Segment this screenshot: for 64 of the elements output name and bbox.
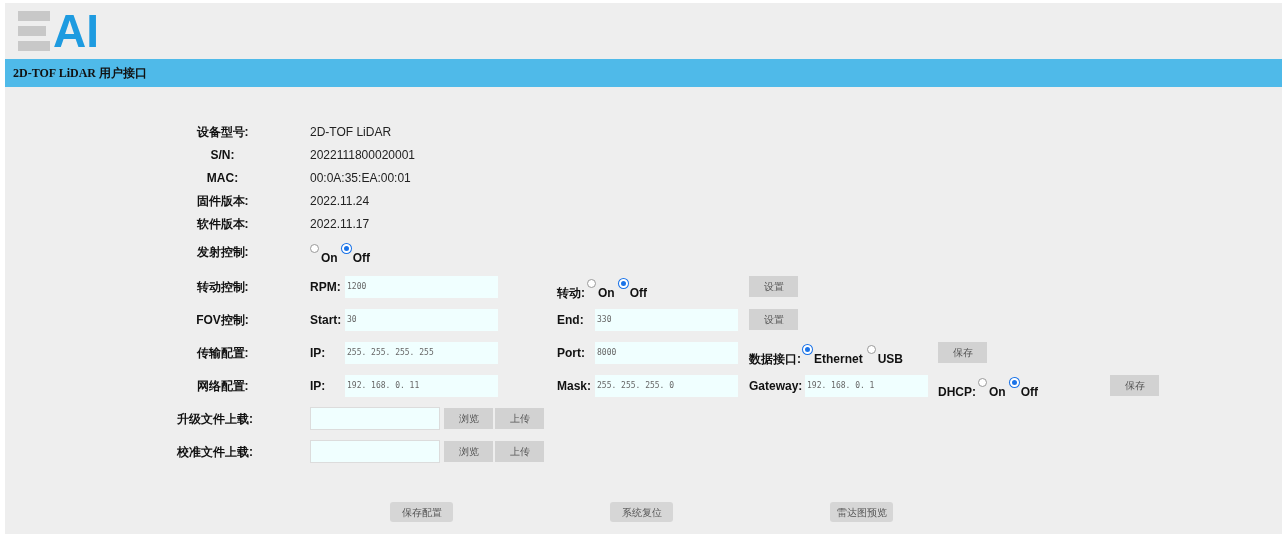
info-label: 软件版本:: [195, 215, 250, 233]
footer-button[interactable]: 雷达图预览: [830, 502, 893, 522]
field-label: Gateway:: [749, 377, 804, 395]
radio-label: On: [598, 284, 615, 302]
row-label: 传输配置:: [195, 344, 250, 362]
upload-label: 升级文件上载:: [176, 410, 254, 428]
info-value: 00:0A:35:EA:00:01: [310, 169, 411, 187]
striped-logo-icon: [18, 11, 50, 51]
logo-text: AI: [53, 8, 99, 54]
row-label: 转动控制:: [195, 278, 250, 296]
input-field[interactable]: 1200: [345, 275, 498, 298]
radio-button[interactable]: [978, 377, 987, 387]
action-button[interactable]: 上传: [495, 408, 544, 429]
row-label: FOV控制:: [195, 311, 250, 329]
info-value: 2022.11.24: [310, 192, 370, 210]
upload-label: 校准文件上载:: [176, 443, 254, 461]
field-label: Port:: [557, 344, 586, 362]
field-label: Mask:: [557, 377, 592, 395]
title-bar: 2D-TOF LiDAR 用户接口: [5, 59, 1282, 87]
file-field[interactable]: [310, 440, 440, 463]
radio-label: Off: [352, 250, 370, 267]
footer-button[interactable]: 系统复位: [610, 502, 673, 522]
info-label: S/N:: [209, 146, 236, 164]
action-button[interactable]: 设置: [749, 276, 798, 297]
radio-label: Off: [629, 284, 647, 302]
radio-label: Off: [1020, 383, 1038, 401]
info-label: 设备型号:: [195, 123, 250, 141]
emit-label: 发射控制:: [195, 244, 250, 261]
input-field[interactable]: 255. 255. 255. 255: [345, 341, 498, 364]
input-field[interactable]: 255. 255. 255. 0: [595, 374, 738, 397]
input-field[interactable]: 192. 168. 0. 11: [345, 374, 498, 397]
input-field[interactable]: 8000: [595, 341, 738, 364]
info-label: 固件版本:: [195, 192, 250, 210]
footer-button[interactable]: 保存配置: [390, 502, 453, 522]
row-label: 网络配置:: [195, 377, 250, 395]
radio-label: USB: [877, 350, 904, 368]
input-field[interactable]: 30: [345, 308, 498, 331]
field-label: Start:: [310, 311, 343, 329]
info-label: MAC:: [205, 169, 240, 187]
action-button[interactable]: 浏览: [444, 441, 493, 462]
action-button[interactable]: 保存: [938, 342, 987, 363]
info-value: 2022111800020001: [310, 146, 415, 164]
info-value: 2D-TOF LiDAR: [310, 123, 392, 141]
action-button[interactable]: 浏览: [444, 408, 493, 429]
radio-button[interactable]: [866, 344, 876, 354]
field-label: IP:: [310, 344, 327, 362]
radio-group-label: DHCP:: [938, 383, 976, 401]
file-field[interactable]: [310, 407, 440, 430]
radio-group-label: 数据接口:: [749, 350, 801, 368]
input-field[interactable]: 330: [595, 308, 738, 331]
radio-group-label: 转动:: [557, 284, 585, 302]
input-field[interactable]: 192. 168. 0. 1: [805, 374, 928, 397]
field-label: IP:: [310, 377, 327, 395]
field-label: RPM:: [310, 278, 342, 296]
radio-label: On: [321, 250, 338, 267]
radio-label: Ethernet: [814, 350, 863, 368]
action-button[interactable]: 保存: [1110, 375, 1159, 396]
action-button[interactable]: 上传: [495, 441, 544, 462]
action-button[interactable]: 设置: [749, 309, 798, 330]
radio-button[interactable]: [587, 278, 596, 288]
radio-label: On: [989, 383, 1006, 401]
radio-button[interactable]: [310, 244, 319, 253]
field-label: End:: [557, 311, 585, 329]
info-value: 2022.11.17: [310, 215, 370, 233]
